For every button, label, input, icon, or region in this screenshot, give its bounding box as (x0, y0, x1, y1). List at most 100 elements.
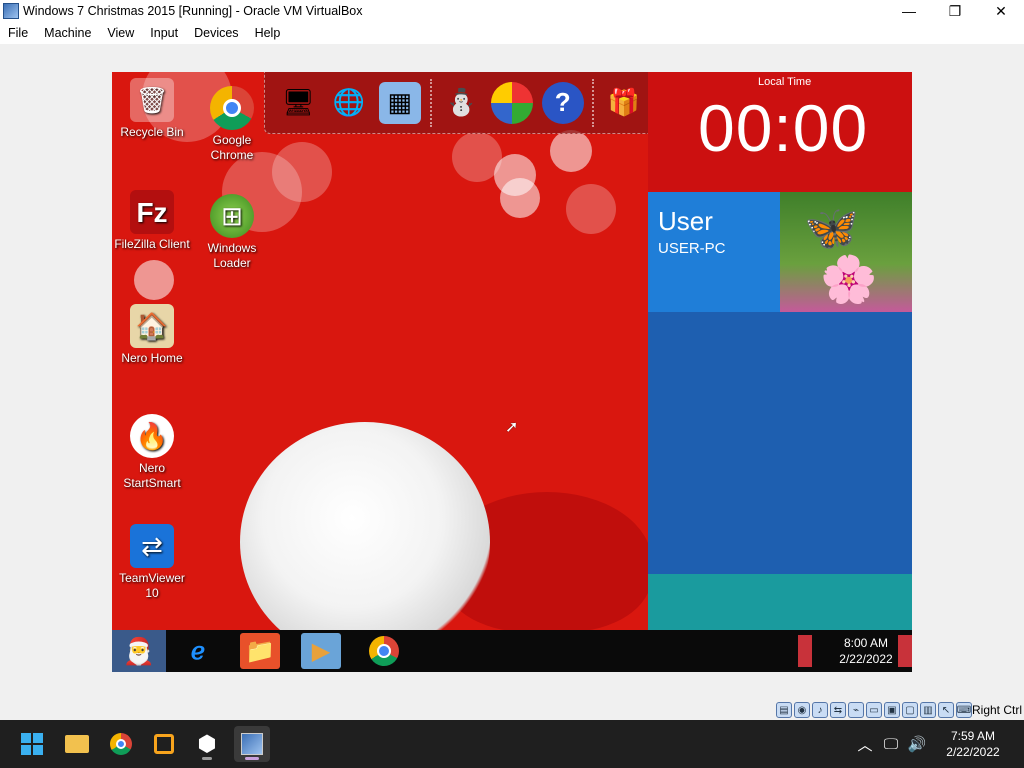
file-explorer-icon[interactable] (59, 726, 95, 762)
keyboard-capture-icon[interactable]: ⌨ (956, 702, 972, 718)
bokeh-light (272, 142, 332, 202)
clock-tile[interactable]: Local Time 00:00 (648, 72, 912, 192)
restore-button[interactable]: ❐ (932, 0, 978, 22)
taskbar-file-explorer-icon[interactable]: 📁 (240, 633, 280, 669)
santa-icon: 🎅 (122, 635, 156, 666)
chrome-icon[interactable] (103, 726, 139, 762)
host-key-label: Right Ctrl (971, 703, 1022, 717)
vmware-icon[interactable] (146, 726, 182, 762)
guest-clock[interactable]: 8:00 AM 2/22/2022 (824, 635, 908, 667)
window-title: Windows 7 Christmas 2015 [Running] - Ora… (23, 4, 363, 18)
guest-taskbar: 🎅 ℯ 📁 ▶ 8:00 AM 2/22/2022 (112, 630, 912, 672)
desktop-icon-nero-home[interactable]: 🏠 Nero Home (112, 304, 192, 366)
user-name: User (658, 206, 713, 236)
desktop-icon-recycle-bin[interactable]: 🗑 Recycle Bin (112, 78, 192, 140)
volume-icon[interactable]: 🔊 (904, 735, 930, 753)
virtualbox-icon (3, 3, 19, 19)
dock-separator (592, 78, 595, 127)
audio-icon[interactable]: ♪ (812, 702, 828, 718)
santa-hat-pompom (240, 422, 490, 662)
nero-home-icon: 🏠 (130, 304, 174, 348)
mouse-integration-icon[interactable]: ↖ (938, 702, 954, 718)
blue-tile[interactable] (648, 312, 912, 574)
menu-bar: File Machine View Input Devices Help (0, 22, 1024, 44)
menu-input[interactable]: Input (142, 26, 186, 40)
mouse-cursor-icon: ➚ (505, 419, 519, 436)
flower-icon: 🌸 (820, 253, 878, 305)
taskbar-media-player-icon[interactable]: ▶ (301, 633, 341, 669)
butterfly-icon: 🦋 (804, 204, 859, 253)
system-tray: ︿ 🖵 🔊 7:59 AM 2/22/2022 (852, 720, 1024, 768)
desktop-icon-nero-startsmart[interactable]: 🔥 Nero StartSmart (112, 414, 192, 491)
tray-gadget-left (798, 635, 812, 667)
guest-clock-date: 2/22/2022 (839, 652, 893, 666)
user-tile[interactable]: User USER-PC (648, 192, 780, 312)
bokeh-light (500, 178, 540, 218)
network-globe-icon[interactable]: 🌐 (328, 82, 370, 124)
network-icon[interactable]: 🖵 (878, 736, 904, 753)
minimize-button[interactable]: — (886, 0, 932, 22)
recording-icon[interactable]: ▢ (902, 702, 918, 718)
taskbar-internet-explorer-icon[interactable]: ℯ (178, 633, 218, 669)
recycle-bin-icon: 🗑 (130, 78, 174, 122)
host-clock-date: 2/22/2022 (946, 745, 1000, 759)
close-button[interactable]: ✕ (978, 0, 1024, 22)
desktop-icon-filezilla[interactable]: Fz FileZilla Client (112, 190, 192, 252)
bokeh-light (550, 130, 592, 172)
window-titlebar: Windows 7 Christmas 2015 [Running] - Ora… (0, 0, 1024, 22)
photo-tile[interactable]: 🦋 🌸 (780, 192, 912, 312)
optical-drive-icon[interactable]: ◉ (794, 702, 810, 718)
running-indicator (202, 757, 212, 760)
help-icon[interactable]: ? (541, 81, 584, 124)
host-taskbar: ⬢ ︿ 🖵 🔊 7:59 AM 2/22/2022 (0, 720, 1024, 768)
vt-x-icon[interactable]: ▥ (920, 702, 936, 718)
desktop-icon-label: Recycle Bin (120, 125, 184, 139)
guest-screen[interactable]: 🗑 Recycle Bin Google Chrome Fz FileZilla… (112, 72, 912, 672)
windows-loader-icon: ⊞ (210, 194, 254, 238)
virtualbox-manager-icon[interactable]: ⬢ (189, 726, 225, 762)
usb-icon[interactable]: ⌁ (848, 702, 864, 718)
vm-status-bar: ▤ ◉ ♪ ⇆ ⌁ ▭ ▣ ▢ ▥ ↖ ⌨ Right Ctrl (0, 700, 1024, 720)
bokeh-light (134, 260, 174, 300)
menu-file[interactable]: File (0, 26, 36, 40)
menu-machine[interactable]: Machine (36, 26, 99, 40)
desktop-icon-label: Nero Home (121, 351, 183, 365)
display-icon[interactable]: ▣ (884, 702, 900, 718)
desktop-icon-label: TeamViewer 10 (119, 571, 185, 600)
shared-folders-icon[interactable]: ▭ (866, 702, 882, 718)
teamviewer-icon: ⇄ (130, 524, 174, 568)
menu-devices[interactable]: Devices (186, 26, 246, 40)
desktop-icon-windows-loader[interactable]: ⊞ Windows Loader (192, 194, 272, 271)
desktop-icon-label: Windows Loader (207, 241, 257, 270)
clock-tile-time: 00:00 (698, 91, 869, 165)
menu-help[interactable]: Help (247, 26, 289, 40)
christmas-monitor-icon[interactable]: 🖥 (277, 82, 319, 124)
control-panel-icon[interactable]: ▦ (378, 81, 421, 124)
teal-tile[interactable] (648, 574, 912, 630)
host-clock-time: 7:59 AM (950, 729, 996, 743)
start-button[interactable]: 🎅 (112, 630, 166, 672)
dock-separator (429, 78, 432, 127)
windows-update-icon[interactable] (490, 81, 533, 124)
desktop-icon-label: Nero StartSmart (123, 461, 181, 490)
chevron-up-icon[interactable]: ︿ (852, 734, 878, 755)
nero-startsmart-icon: 🔥 (130, 414, 174, 458)
snowman-icon[interactable]: ⛄ (440, 82, 482, 124)
taskbar-chrome-icon[interactable] (364, 633, 404, 669)
filezilla-icon: Fz (130, 190, 174, 234)
bokeh-light (566, 184, 616, 234)
guest-clock-time: 8:00 AM (843, 636, 889, 650)
network-icon[interactable]: ⇆ (830, 702, 846, 718)
gift-icon[interactable]: 🎁 (603, 82, 645, 124)
menu-view[interactable]: View (99, 26, 142, 40)
desktop-icon-label: Google Chrome (210, 133, 254, 162)
active-indicator (245, 757, 259, 760)
host-clock[interactable]: 7:59 AM 2/22/2022 (930, 728, 1016, 760)
desktop-icon-google-chrome[interactable]: Google Chrome (192, 86, 272, 163)
desktop-icon-teamviewer[interactable]: ⇄ TeamViewer 10 (112, 524, 192, 601)
hard-disk-icon[interactable]: ▤ (776, 702, 792, 718)
virtualbox-vm-window-icon[interactable] (234, 726, 270, 762)
chrome-icon (210, 86, 254, 130)
windows-start-icon[interactable] (14, 726, 50, 762)
tray-gadget-right (898, 635, 912, 667)
